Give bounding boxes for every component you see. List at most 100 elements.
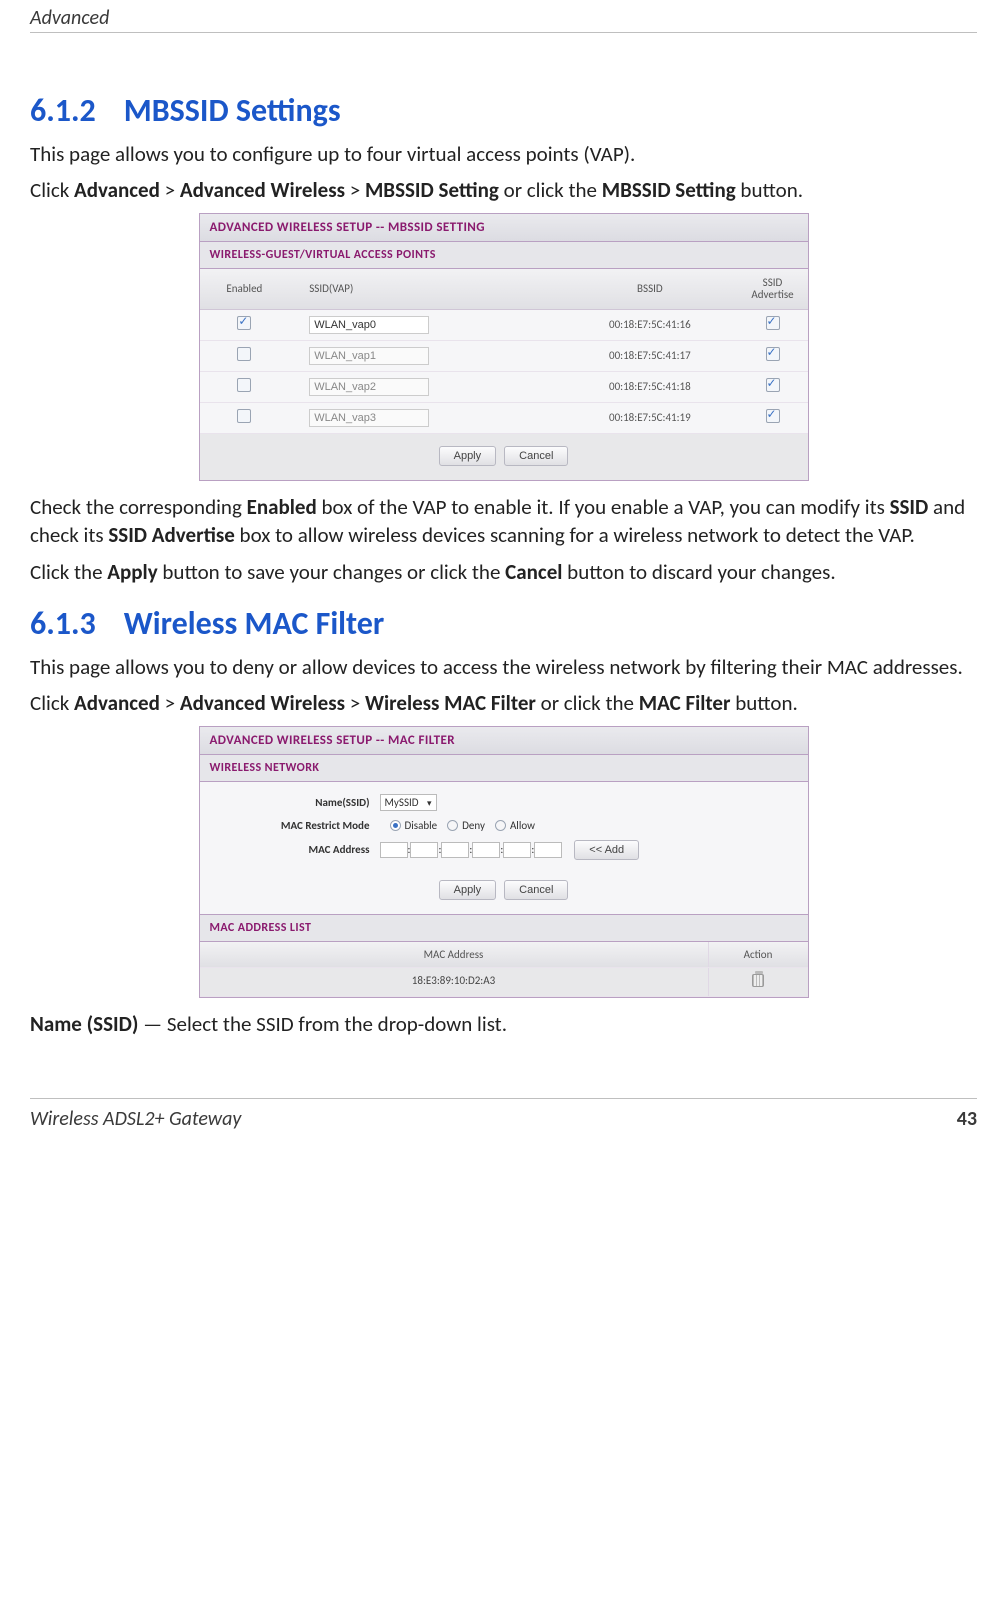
ssid-input[interactable]: [309, 378, 429, 396]
paragraph: Name (SSID) — Select the SSID from the d…: [30, 1010, 977, 1038]
paragraph: Click the Apply button to save your chan…: [30, 558, 977, 586]
button-row: Apply Cancel: [200, 868, 808, 914]
mac-octet-input[interactable]: [410, 842, 438, 858]
bold: Enabled: [247, 494, 317, 520]
bssid-value: 00:18:E7:5C:41:18: [562, 371, 737, 402]
mac-octet-input[interactable]: [534, 842, 562, 858]
row-mac-mode: MAC Restrict Mode Disable Deny Allow: [200, 815, 808, 836]
paragraph: This page allows you to configure up to …: [30, 140, 977, 168]
bssid-value: 00:18:E7:5C:41:17: [562, 340, 737, 371]
bold: MBSSID Setting: [365, 177, 499, 203]
bold: Cancel: [505, 559, 562, 585]
bold: Apply: [107, 559, 157, 585]
mbssid-panel: ADVANCED WIRELESS SETUP -- MBSSID SETTIN…: [199, 213, 809, 481]
mac-address-label: MAC Address: [200, 843, 380, 856]
bssid-value: 00:18:E7:5C:41:16: [562, 309, 737, 340]
radio-label: Deny: [462, 819, 485, 832]
bold: SSID: [890, 494, 929, 520]
section-6-1-2-heading: 6.1.2 MBSSID Settings: [30, 91, 977, 130]
vap-tbody: 00:18:E7:5C:41:1600:18:E7:5C:41:1700:18:…: [200, 309, 808, 433]
table-row: 00:18:E7:5C:41:17: [200, 340, 808, 371]
mac-octet-input[interactable]: [503, 842, 531, 858]
page-footer: Wireless ADSL2+ Gateway 43: [30, 1098, 977, 1143]
page-number: 43: [957, 1107, 977, 1131]
mac-filter-screenshot: ADVANCED WIRELESS SETUP -- MAC FILTER WI…: [30, 726, 977, 998]
section-number: 6.1.3: [30, 604, 96, 643]
bold: Wireless MAC Filter: [365, 690, 536, 716]
paragraph: Click Advanced > Advanced Wireless > MBS…: [30, 176, 977, 204]
panel-section: WIRELESS NETWORK: [200, 755, 808, 782]
content: 6.1.2 MBSSID Settings This page allows yo…: [30, 33, 977, 1038]
name-ssid-select[interactable]: MySSID ▾: [380, 794, 437, 811]
table-row: 00:18:E7:5C:41:18: [200, 371, 808, 402]
advertise-checkbox[interactable]: [766, 409, 780, 423]
chevron-down-icon: ▾: [427, 798, 432, 809]
ssid-input[interactable]: [309, 347, 429, 365]
mac-panel: ADVANCED WIRELESS SETUP -- MAC FILTER WI…: [199, 726, 809, 998]
header-title: Advanced: [30, 6, 109, 30]
advertise-checkbox[interactable]: [766, 347, 780, 361]
col-address: MAC Address: [200, 942, 708, 967]
add-button[interactable]: << Add: [574, 840, 639, 860]
section-6-1-3-heading: 6.1.3 Wireless MAC Filter: [30, 604, 977, 643]
bssid-value: 00:18:E7:5C:41:19: [562, 402, 737, 433]
footer-product: Wireless ADSL2+ Gateway: [30, 1107, 241, 1131]
mac-octet-input[interactable]: [472, 842, 500, 858]
mac-octet-input[interactable]: [380, 842, 408, 858]
table-row: 00:18:E7:5C:41:16: [200, 309, 808, 340]
enabled-checkbox[interactable]: [237, 347, 251, 361]
section-title: Wireless MAC Filter: [124, 604, 384, 643]
row-name-ssid: Name(SSID) MySSID ▾: [200, 790, 808, 815]
mac-mode-label: MAC Restrict Mode: [200, 819, 380, 832]
radio-allow[interactable]: [495, 820, 506, 831]
bold: Advanced: [74, 177, 160, 203]
enabled-checkbox[interactable]: [237, 378, 251, 392]
panel-subtitle: WIRELESS-GUEST/VIRTUAL ACCESS POINTS: [200, 242, 808, 269]
select-value: MySSID: [385, 796, 419, 809]
page-header: Advanced: [30, 0, 977, 33]
col-action: Action: [708, 942, 808, 967]
mac-list-body: 18:E3:89:10:D2:A3: [200, 968, 808, 997]
paragraph: Check the corresponding Enabled box of t…: [30, 493, 977, 550]
radio-label: Allow: [510, 819, 535, 832]
col-enabled: Enabled: [200, 269, 290, 310]
mbssid-screenshot: ADVANCED WIRELESS SETUP -- MBSSID SETTIN…: [30, 213, 977, 481]
bold: Advanced Wireless: [180, 690, 345, 716]
section-number: 6.1.2: [30, 91, 96, 130]
table-row: 00:18:E7:5C:41:19: [200, 402, 808, 433]
ssid-input[interactable]: [309, 409, 429, 427]
bold: Name (SSID): [30, 1011, 138, 1037]
advertise-checkbox[interactable]: [766, 316, 780, 330]
bold: SSID Advertise: [108, 522, 234, 548]
name-ssid-label: Name(SSID): [200, 796, 380, 809]
col-adv: SSID Advertise: [738, 269, 808, 310]
enabled-checkbox[interactable]: [237, 316, 251, 330]
mac-octet-input[interactable]: [441, 842, 469, 858]
trash-icon[interactable]: [752, 974, 764, 987]
mac-address-value: 18:E3:89:10:D2:A3: [200, 968, 708, 996]
paragraph: This page allows you to deny or allow de…: [30, 653, 977, 681]
mac-list-title: MAC ADDRESS LIST: [200, 915, 808, 942]
radio-deny[interactable]: [447, 820, 458, 831]
cancel-button[interactable]: Cancel: [504, 446, 568, 466]
bold: Advanced Wireless: [180, 177, 345, 203]
mac-address-list: MAC ADDRESS LIST MAC Address Action 18:E…: [200, 914, 808, 997]
panel-title: ADVANCED WIRELESS SETUP -- MBSSID SETTIN…: [200, 214, 808, 242]
section-title: MBSSID Settings: [124, 91, 341, 130]
bold: MBSSID Setting: [602, 177, 736, 203]
apply-button[interactable]: Apply: [439, 446, 497, 466]
paragraph: Click Advanced > Advanced Wireless > Wir…: [30, 689, 977, 717]
col-ssid: SSID(VAP): [289, 269, 562, 310]
list-item: 18:E3:89:10:D2:A3: [200, 968, 808, 997]
radio-disable[interactable]: [390, 820, 401, 831]
bold: Advanced: [74, 690, 160, 716]
row-mac-address: MAC Address : : : : : << Add: [200, 836, 808, 864]
radio-label: Disable: [405, 819, 438, 832]
advertise-checkbox[interactable]: [766, 378, 780, 392]
panel-title: ADVANCED WIRELESS SETUP -- MAC FILTER: [200, 727, 808, 755]
ssid-input[interactable]: [309, 316, 429, 334]
apply-button[interactable]: Apply: [439, 880, 497, 900]
enabled-checkbox[interactable]: [237, 409, 251, 423]
cancel-button[interactable]: Cancel: [504, 880, 568, 900]
vap-table: Enabled SSID(VAP) BSSID SSID Advertise 0…: [200, 269, 808, 434]
